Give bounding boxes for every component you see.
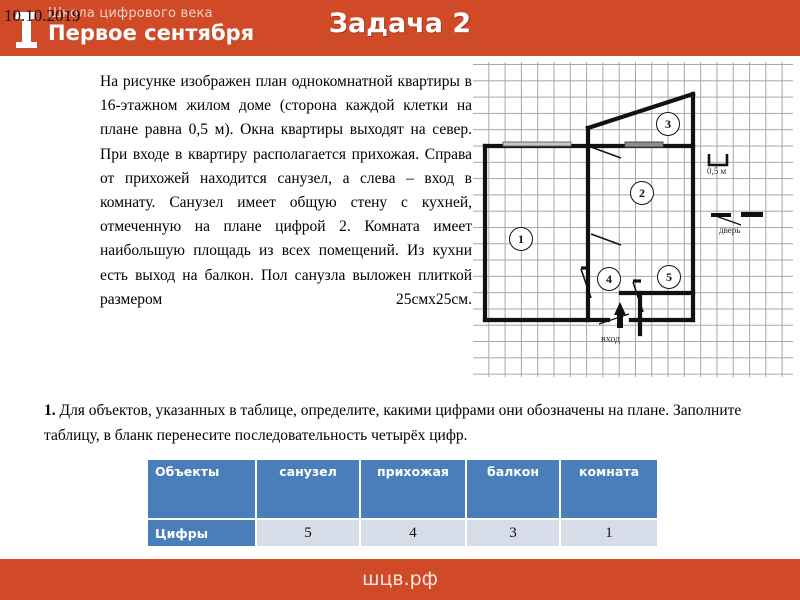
plan-room-number-4: 4 [597, 267, 621, 291]
table-cell-room-value[interactable]: 1 [561, 520, 657, 546]
table-cell-hallway-value[interactable]: 4 [361, 520, 465, 546]
plan-door-legend-symbol [711, 212, 763, 226]
table-cell-balcony-value[interactable]: 3 [467, 520, 559, 546]
page-footer: шцв.рф [0, 559, 800, 600]
plan-room-number-1: 1 [509, 227, 533, 251]
footer-site-url: шцв.рф [362, 568, 438, 590]
question-block: 1. Для объектов, указанных в таблице, оп… [44, 398, 792, 448]
table-value-row: Цифры 5 4 3 1 [148, 520, 657, 546]
plan-room-number-3: 3 [656, 112, 680, 136]
table-header-objects: Объекты [148, 460, 255, 518]
table-header-balcony: балкон [467, 460, 559, 518]
apartment-floor-plan: 1 2 3 4 5 0,5 м дверь вход [473, 62, 793, 377]
table-cell-bathroom-value[interactable]: 5 [257, 520, 359, 546]
date-stamp: 10.10.2019 [4, 6, 81, 25]
plan-walls [482, 91, 763, 337]
table-header-room: комната [561, 460, 657, 518]
table-header-bathroom: санузел [257, 460, 359, 518]
page-header: Школа цифрового века Первое сентября 10.… [0, 0, 800, 56]
table-header-hallway: прихожая [361, 460, 465, 518]
plan-scale-bar [707, 154, 729, 167]
page-title: Задача 2 [328, 8, 472, 39]
table-header-row: Объекты санузел прихожая балкон комната [148, 460, 657, 518]
answer-table: Объекты санузел прихожая балкон комната … [146, 458, 659, 548]
table-row-label: Цифры [148, 520, 255, 546]
question-number: 1. [44, 402, 56, 419]
problem-statement: На рисунке изображен план однокомнатной … [100, 73, 472, 308]
plan-room-number-2: 2 [630, 181, 654, 205]
plan-room-number-5: 5 [657, 265, 681, 289]
plan-door-label: дверь [719, 225, 741, 235]
question-body: Для объектов, указанных в таблице, опред… [44, 402, 742, 444]
plan-scale-label: 0,5 м [707, 166, 727, 176]
plan-entrance-arrow [598, 302, 630, 328]
plan-entrance-label: вход [601, 334, 621, 345]
